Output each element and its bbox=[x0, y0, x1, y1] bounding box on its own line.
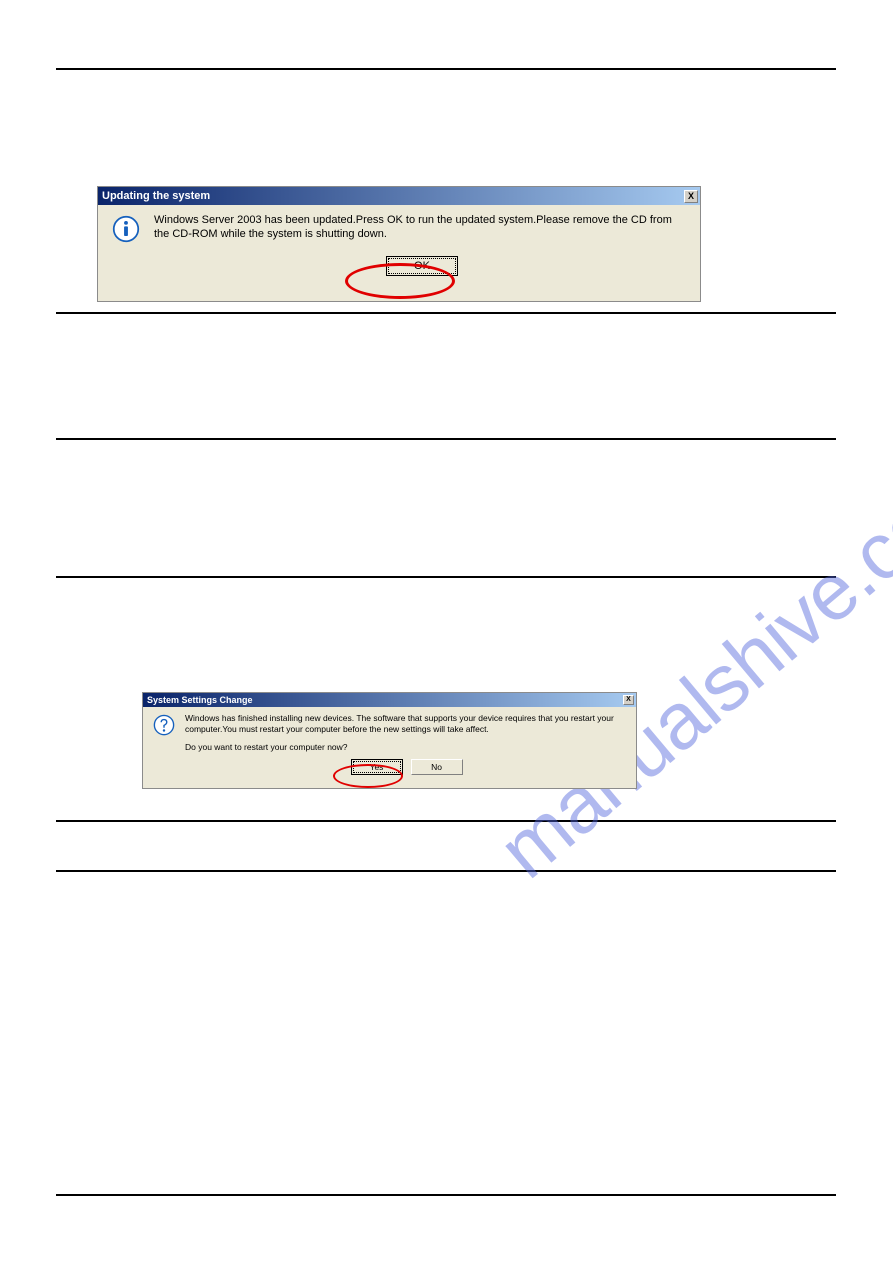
updating-system-dialog: Updating the system X Windows Server 200… bbox=[97, 186, 701, 302]
yes-button[interactable]: Yes bbox=[351, 759, 403, 775]
section-rule bbox=[56, 820, 836, 822]
dialog-message: Windows has finished installing new devi… bbox=[185, 713, 628, 734]
dialog-title: Updating the system bbox=[102, 190, 210, 202]
section-rule bbox=[56, 312, 836, 314]
system-settings-change-dialog: System Settings Change X Windows has fin… bbox=[142, 692, 637, 789]
page-footer-rule bbox=[56, 1194, 836, 1196]
dialog-question: Do you want to restart your computer now… bbox=[185, 742, 628, 753]
dialog-titlebar: System Settings Change X bbox=[143, 693, 636, 707]
ok-button[interactable]: OK bbox=[386, 256, 458, 276]
dialog-body: Windows has finished installing new devi… bbox=[143, 707, 636, 779]
question-icon bbox=[153, 714, 175, 736]
watermark-text: manualshive.com bbox=[481, 436, 893, 897]
no-button[interactable]: No bbox=[411, 759, 463, 775]
dialog-button-row: OK bbox=[154, 256, 690, 276]
info-icon bbox=[112, 215, 140, 243]
section-rule bbox=[56, 576, 836, 578]
dialog-message: Windows Server 2003 has been updated.Pre… bbox=[154, 213, 690, 242]
dialog-text-col: Windows Server 2003 has been updated.Pre… bbox=[154, 213, 690, 276]
section-rule bbox=[56, 438, 836, 440]
section-rule bbox=[56, 870, 836, 872]
page-header-rule bbox=[56, 68, 836, 70]
dialog-text-col: Windows has finished installing new devi… bbox=[185, 713, 628, 775]
dialog-button-row: Yes No bbox=[185, 759, 628, 775]
close-button[interactable]: X bbox=[684, 190, 698, 203]
close-button[interactable]: X bbox=[623, 695, 634, 705]
dialog-title: System Settings Change bbox=[147, 695, 253, 705]
dialog-titlebar: Updating the system X bbox=[98, 187, 700, 205]
dialog-body: Windows Server 2003 has been updated.Pre… bbox=[98, 205, 700, 282]
